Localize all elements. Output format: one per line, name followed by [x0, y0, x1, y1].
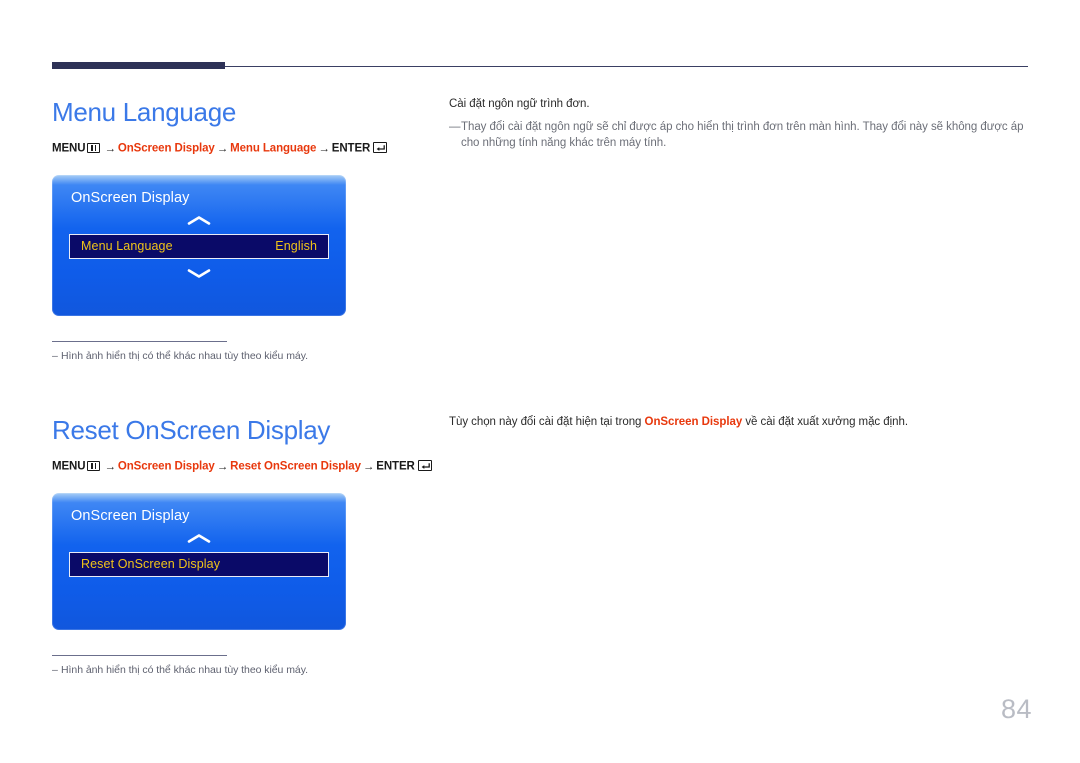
footnote-dash: ‒ [52, 349, 58, 362]
chevron-up-icon[interactable] [52, 206, 346, 234]
osd-row-reset-onscreen-display[interactable]: Reset OnScreen Display [69, 551, 329, 577]
osd-row-value: English [275, 239, 317, 253]
note-marker: — [449, 121, 461, 133]
chevron-up-icon[interactable] [52, 524, 346, 552]
section-1-left-column: Menu Language MENU → OnScreen Display → Menu… [52, 96, 432, 362]
footnote-text: ‒ Hình ảnh hiển thị có thể khác nhau tùy … [52, 350, 432, 362]
manual-page: Menu Language MENU → OnScreen Display → Menu… [0, 0, 1080, 763]
footnote-text: ‒ Hình ảnh hiển thị có thể khác nhau tùy … [52, 664, 432, 676]
menu-grid-icon [87, 142, 101, 153]
breadcrumb-enter-label: ENTER [376, 460, 415, 473]
note-text: Thay đổi cài đặt ngôn ngữ sẽ chỉ được áp… [461, 121, 1024, 149]
section-2-left-column: Reset OnScreen Display MENU → OnScreen Dis… [52, 414, 432, 676]
footnote-label: Hình ảnh hiển thị có thể khác nhau tùy t… [61, 663, 308, 676]
osd-panel-header: OnScreen Display [71, 189, 190, 206]
osd-panel-spacer [52, 287, 346, 316]
osd-row-label: Menu Language [81, 239, 173, 253]
description-lead: Cài đặt ngôn ngữ trình đơn. [449, 98, 590, 110]
description-note: — Thay đổi cài đặt ngôn ngữ sẽ chỉ được á… [449, 119, 1036, 151]
osd-panel-header: OnScreen Display [71, 507, 190, 524]
header-rule-accent [52, 62, 225, 69]
footnote: ‒ Hình ảnh hiển thị có thể khác nhau tùy … [52, 340, 432, 362]
description-lead-before: Tùy chọn này đổi cài đặt hiện tại trong [449, 416, 645, 428]
breadcrumb-item-onscreen-display: OnScreen Display [117, 460, 215, 473]
footnote: ‒ Hình ảnh hiển thị có thể khác nhau tùy … [52, 654, 432, 676]
breadcrumb-enter-label: ENTER [331, 142, 371, 155]
footnote-label: Hình ảnh hiển thị có thể khác nhau tùy t… [61, 349, 308, 362]
footnote-dash: ‒ [52, 663, 58, 676]
enter-return-icon [417, 460, 432, 471]
breadcrumb: MENU → OnScreen Display → Reset OnScreen Dis… [52, 460, 432, 473]
footnote-rule [52, 654, 227, 656]
breadcrumb-arrow: → [318, 142, 330, 155]
breadcrumb-menu-label: MENU [52, 142, 86, 155]
section-2-right-column: Tùy chọn này đổi cài đặt hiện tại trong … [449, 414, 1029, 430]
section-1-right-column: Cài đặt ngôn ngữ trình đơn. — Thay đổi cà… [449, 96, 1029, 151]
breadcrumb-arrow: → [104, 460, 116, 473]
breadcrumb-item-reset-onscreen-display: Reset OnScreen Display [230, 460, 361, 473]
footnote-rule [52, 340, 227, 342]
osd-row-menu-language[interactable]: Menu Language English [69, 233, 329, 259]
breadcrumb: MENU → OnScreen Display → Menu Language → ENTE… [52, 142, 432, 155]
page-title: Menu Language [52, 97, 237, 127]
osd-row-label: Reset OnScreen Display [81, 557, 221, 571]
breadcrumb-arrow: → [104, 142, 116, 155]
breadcrumb-arrow: → [216, 142, 229, 155]
description-lead-after: về cài đặt xuất xưởng mặc định. [742, 416, 908, 428]
breadcrumb-arrow: → [216, 460, 229, 473]
page-number: 84 [1000, 694, 1032, 724]
breadcrumb-item-onscreen-display: OnScreen Display [117, 142, 215, 155]
page-title: Reset OnScreen Display [52, 415, 331, 445]
description-lead-highlight: OnScreen Display [644, 416, 743, 428]
osd-panel-spacer [52, 577, 346, 630]
enter-return-icon [373, 142, 388, 153]
menu-grid-icon [87, 460, 101, 471]
osd-panel: OnScreen Display Reset OnScreen Display [52, 492, 346, 630]
description-lead: Tùy chọn này đổi cài đặt hiện tại trong … [449, 414, 1029, 430]
breadcrumb-item-menu-language: Menu Language [230, 142, 317, 155]
osd-panel: OnScreen Display Menu Language English [52, 174, 346, 316]
breadcrumb-arrow: → [362, 460, 375, 473]
breadcrumb-menu-label: MENU [52, 460, 86, 473]
chevron-down-icon[interactable] [52, 259, 346, 287]
